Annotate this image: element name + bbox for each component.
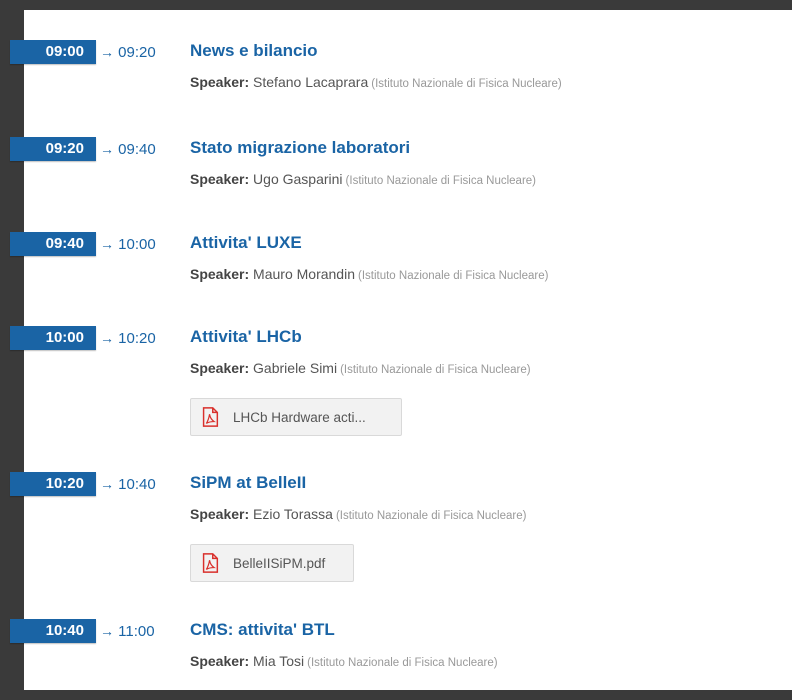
start-time-badge: 09:20 (10, 137, 96, 161)
end-time-value: 09:20 (118, 43, 156, 61)
attachment-filename: LHCb Hardware acti... (233, 409, 366, 425)
speaker-line: Speaker: Stefano Lacaprara (Istituto Nazi… (190, 74, 562, 90)
arrow-icon: → (100, 622, 114, 639)
end-time: → 10:00 (100, 236, 156, 253)
timetable-panel: 09:00 → 09:20 News e bilancio Speaker: S… (10, 10, 792, 690)
start-time-badge: 10:20 (10, 472, 96, 496)
time-range: 09:40 → 10:00 (10, 232, 156, 256)
speaker-label: Speaker: (190, 653, 250, 669)
contribution-title-link[interactable]: CMS: attivita' BTL (190, 620, 335, 640)
speaker-affiliation: (Istituto Nazionale di Fisica Nucleare) (335, 510, 527, 522)
end-time: → 10:40 (100, 476, 156, 493)
end-time: → 11:00 (100, 623, 155, 640)
speaker-name: Mia Tosi (253, 653, 305, 669)
speaker-name: Gabriele Simi (253, 360, 338, 376)
time-range: 10:40 → 11:00 (10, 619, 155, 643)
speaker-affiliation: (Istituto Nazionale di Fisica Nucleare) (357, 270, 549, 282)
speaker-label: Speaker: (190, 266, 250, 282)
start-time-badge: 09:40 (10, 232, 96, 256)
time-range: 09:20 → 09:40 (10, 137, 156, 161)
speaker-label: Speaker: (190, 360, 250, 376)
speaker-label: Speaker: (190, 506, 250, 522)
speaker-affiliation: (Istituto Nazionale di Fisica Nucleare) (307, 657, 498, 669)
time-range: 10:00 → 10:20 (10, 326, 156, 350)
end-time: → 09:20 (100, 44, 156, 61)
arrow-icon: → (100, 475, 114, 492)
contribution-title-link[interactable]: SiPM at BelleII (190, 473, 306, 493)
speaker-label: Speaker: (190, 171, 250, 187)
time-range: 10:20 → 10:40 (10, 472, 156, 496)
end-time: → 09:40 (100, 141, 156, 158)
speaker-line: Speaker: Ezio Torassa (Istituto Nazionale… (190, 506, 526, 522)
speaker-affiliation: (Istituto Nazionale di Fisica Nucleare) (371, 78, 562, 90)
start-time-badge: 10:40 (10, 619, 96, 643)
arrow-icon: → (100, 140, 114, 157)
contribution-title-link[interactable]: Attivita' LUXE (190, 233, 302, 253)
contribution-title-link[interactable]: Stato migrazione laboratori (190, 138, 410, 158)
start-time-badge: 09:00 (10, 40, 96, 64)
start-time-badge: 10:00 (10, 326, 96, 350)
speaker-label: Speaker: (190, 74, 250, 90)
speaker-line: Speaker: Mauro Morandin (Istituto Naziona… (190, 266, 548, 282)
speaker-line: Speaker: Ugo Gasparini (Istituto Nazional… (190, 171, 536, 187)
attachment-button[interactable]: LHCb Hardware acti... (190, 398, 402, 436)
end-time-value: 10:40 (118, 475, 156, 493)
speaker-affiliation: (Istituto Nazionale di Fisica Nucleare) (340, 364, 531, 376)
end-time-value: 10:00 (118, 235, 156, 253)
contribution-title-link[interactable]: News e bilancio (190, 41, 318, 61)
arrow-icon: → (100, 43, 114, 60)
speaker-line: Speaker: Gabriele Simi (Istituto Nazional… (190, 360, 531, 376)
arrow-icon: → (100, 235, 114, 252)
attachment-button[interactable]: BelleIISiPM.pdf (190, 544, 354, 582)
speaker-name: Ezio Torassa (253, 506, 333, 522)
end-time-value: 09:40 (118, 140, 156, 158)
speaker-name: Mauro Morandin (253, 266, 355, 282)
pdf-file-icon (202, 407, 219, 427)
end-time-value: 11:00 (118, 622, 155, 640)
contribution-title-link[interactable]: Attivita' LHCb (190, 327, 302, 347)
end-time: → 10:20 (100, 330, 156, 347)
arrow-icon: → (100, 329, 114, 346)
time-range: 09:00 → 09:20 (10, 40, 156, 64)
speaker-affiliation: (Istituto Nazionale di Fisica Nucleare) (345, 175, 537, 187)
attachment-filename: BelleIISiPM.pdf (233, 555, 326, 571)
end-time-value: 10:20 (118, 329, 156, 347)
pdf-file-icon (202, 553, 219, 573)
speaker-name: Stefano Lacaprara (253, 74, 369, 90)
speaker-line: Speaker: Mia Tosi (Istituto Nazionale di … (190, 653, 498, 669)
speaker-name: Ugo Gasparini (253, 171, 343, 187)
